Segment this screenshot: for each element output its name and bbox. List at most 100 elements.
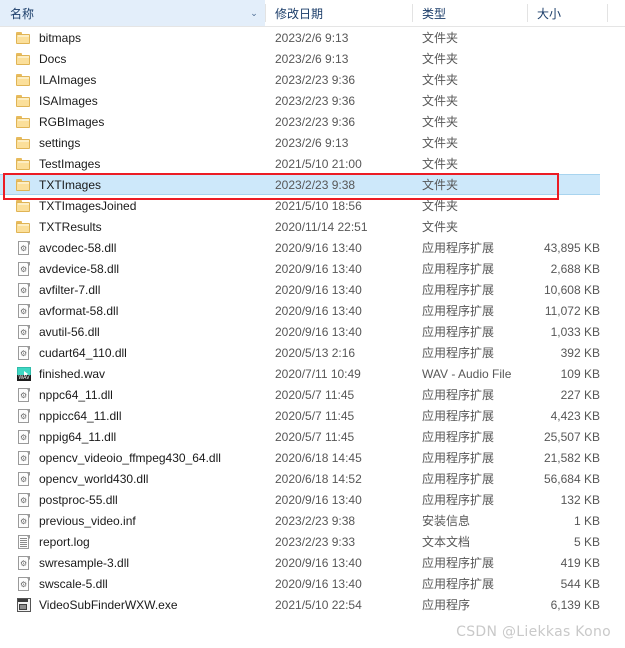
dll-icon: ⚙ (16, 387, 32, 403)
file-size-cell: 109 KB (560, 366, 600, 381)
file-row[interactable]: ⚙ avutil-56.dll 2020/9/16 13:40 应用程序扩展 1,033… (0, 321, 625, 342)
file-row[interactable]: TXTResults 2020/11/14 22:51 文件夹 (0, 216, 625, 237)
file-size-cell: 132 KB (560, 492, 600, 507)
file-size-cell: 56,684 KB (543, 471, 600, 486)
file-name-cell[interactable]: ISAImages (0, 93, 265, 109)
file-row[interactable]: ⚙ nppicc64_11.dll 2020/5/7 11:45 应用程序扩展 4,42… (0, 405, 625, 426)
file-name-cell[interactable]: VideoSubFinderWXW.exe (0, 597, 265, 613)
file-name-label: avfilter-7.dll (39, 282, 101, 297)
file-name-cell[interactable]: ⚙ avformat-58.dll (0, 303, 265, 319)
file-row[interactable]: ⚙ cudart64_110.dll 2020/5/13 2:16 应用程序扩展 392… (0, 342, 625, 363)
file-name-label: TXTResults (39, 219, 102, 234)
file-name-cell[interactable]: TestImages (0, 156, 265, 172)
file-size-cell: 25,507 KB (543, 429, 600, 444)
file-name-label: avformat-58.dll (39, 303, 119, 318)
folder-icon (16, 135, 32, 151)
column-header-type[interactable]: 类型 (412, 0, 527, 26)
file-name-cell[interactable]: settings (0, 135, 265, 151)
file-name-cell[interactable]: ⚙ nppicc64_11.dll (0, 408, 265, 424)
file-row[interactable]: ⚙ previous_video.inf 2023/2/23 9:38 安装信息 1 K… (0, 510, 625, 531)
file-row[interactable]: report.log 2023/2/23 9:33 文本文档 5 KB (0, 531, 625, 552)
file-name-cell[interactable]: ⚙ avcodec-58.dll (0, 240, 265, 256)
file-name-cell[interactable]: Docs (0, 51, 265, 67)
file-name-cell[interactable]: ⚙ opencv_videoio_ffmpeg430_64.dll (0, 450, 265, 466)
file-name-label: ISAImages (39, 93, 98, 108)
file-name-cell[interactable]: ⚙ avutil-56.dll (0, 324, 265, 340)
wav-icon: WAV (16, 366, 32, 382)
file-row[interactable]: ⚙ avfilter-7.dll 2020/9/16 13:40 应用程序扩展 10,6… (0, 279, 625, 300)
file-name-cell[interactable]: ⚙ nppig64_11.dll (0, 429, 265, 445)
file-row[interactable]: ⚙ nppc64_11.dll 2020/5/7 11:45 应用程序扩展 227 KB (0, 384, 625, 405)
file-row[interactable]: ⚙ avformat-58.dll 2020/9/16 13:40 应用程序扩展 11,… (0, 300, 625, 321)
file-name-cell[interactable]: ⚙ opencv_world430.dll (0, 471, 265, 487)
folder-icon (16, 114, 32, 130)
file-row[interactable]: ⚙ avcodec-58.dll 2020/9/16 13:40 应用程序扩展 43,8… (0, 237, 625, 258)
file-name-label: swscale-5.dll (39, 576, 108, 591)
folder-icon (16, 51, 32, 67)
folder-icon (16, 177, 32, 193)
file-row[interactable]: TestImages 2021/5/10 21:00 文件夹 (0, 153, 625, 174)
file-row[interactable]: ⚙ opencv_videoio_ffmpeg430_64.dll 2020/6/1… (0, 447, 625, 468)
file-name-cell[interactable]: ⚙ postproc-55.dll (0, 492, 265, 508)
file-name-label: nppicc64_11.dll (39, 408, 122, 423)
file-row[interactable]: Docs 2023/2/6 9:13 文件夹 (0, 48, 625, 69)
log-icon (16, 534, 32, 550)
file-type-cell: 安装信息 (422, 514, 471, 528)
file-date-cell: 2020/11/14 22:51 (275, 219, 368, 234)
file-row[interactable]: RGBImages 2023/2/23 9:36 文件夹 (0, 111, 625, 132)
file-row[interactable]: settings 2023/2/6 9:13 文件夹 (0, 132, 625, 153)
column-header-size-label: 大小 (537, 6, 562, 21)
file-name-label: Docs (39, 51, 67, 66)
file-row[interactable]: ⚙ swresample-3.dll 2020/9/16 13:40 应用程序扩展 41… (0, 552, 625, 573)
column-header-size[interactable]: 大小 (527, 0, 607, 26)
file-name-cell[interactable]: ⚙ previous_video.inf (0, 513, 265, 529)
file-name-cell[interactable]: TXTResults (0, 219, 265, 235)
inf-icon: ⚙ (16, 513, 32, 529)
dll-icon: ⚙ (16, 282, 32, 298)
column-header-type-label: 类型 (422, 6, 447, 21)
column-header-name[interactable]: 名称 (0, 0, 243, 26)
file-name-cell[interactable]: ⚙ avfilter-7.dll (0, 282, 265, 298)
file-row[interactable]: ⚙ opencv_world430.dll 2020/6/18 14:52 应用程序扩… (0, 468, 625, 489)
file-name-cell[interactable]: ⚙ cudart64_110.dll (0, 345, 265, 361)
file-name-cell[interactable]: TXTImagesJoined (0, 198, 265, 214)
file-type-cell: 文件夹 (422, 52, 459, 66)
file-row[interactable]: ⚙ swscale-5.dll 2020/9/16 13:40 应用程序扩展 544 K… (0, 573, 625, 594)
sort-chevron-down-icon[interactable]: ⌄ (243, 0, 265, 26)
file-row[interactable]: bitmaps 2023/2/6 9:13 文件夹 (0, 27, 625, 48)
file-row[interactable]: TXTImagesJoined 2021/5/10 18:56 文件夹 (0, 195, 625, 216)
file-name-cell[interactable]: bitmaps (0, 30, 265, 46)
file-name-cell[interactable]: ⚙ nppc64_11.dll (0, 387, 265, 403)
file-row[interactable]: ⚙ avdevice-58.dll 2020/9/16 13:40 应用程序扩展 2,6… (0, 258, 625, 279)
file-row[interactable]: ILAImages 2023/2/23 9:36 文件夹 (0, 69, 625, 90)
file-name-cell[interactable]: report.log (0, 534, 265, 550)
file-name-label: opencv_world430.dll (39, 471, 149, 486)
file-row[interactable]: VideoSubFinderWXW.exe 2021/5/10 22:54 应用程序… (0, 594, 625, 615)
file-name-cell[interactable]: RGBImages (0, 114, 265, 130)
file-size-cell: 43,895 KB (543, 240, 600, 255)
file-name-cell[interactable]: ⚙ swresample-3.dll (0, 555, 265, 571)
file-type-cell: 应用程序扩展 (422, 577, 495, 591)
file-row[interactable]: ⚙ nppig64_11.dll 2020/5/7 11:45 应用程序扩展 25,50… (0, 426, 625, 447)
file-list[interactable]: bitmaps 2023/2/6 9:13 文件夹 Docs 2023/2/6 9:13… (0, 27, 625, 615)
file-date-cell: 2023/2/6 9:13 (275, 135, 349, 150)
file-type-cell: 应用程序扩展 (422, 325, 495, 339)
file-name-cell[interactable]: ILAImages (0, 72, 265, 88)
file-row[interactable]: TXTImages 2023/2/23 9:38 文件夹 (0, 174, 600, 195)
file-row[interactable]: ⚙ postproc-55.dll 2020/9/16 13:40 应用程序扩展 132… (0, 489, 625, 510)
file-row[interactable]: ISAImages 2023/2/23 9:36 文件夹 (0, 90, 625, 111)
file-type-cell: 文件夹 (422, 199, 459, 213)
file-date-cell: 2020/6/18 14:45 (275, 450, 362, 465)
file-name-cell[interactable]: ⚙ avdevice-58.dll (0, 261, 265, 277)
column-header-date[interactable]: 修改日期 (265, 0, 412, 26)
file-name-label: RGBImages (39, 114, 105, 129)
file-type-cell: 应用程序扩展 (422, 451, 495, 465)
file-date-cell: 2020/5/7 11:45 (275, 429, 355, 444)
file-name-cell[interactable]: ⚙ swscale-5.dll (0, 576, 265, 592)
file-name-cell[interactable]: TXTImages (0, 177, 265, 193)
file-name-cell[interactable]: WAV finished.wav (0, 366, 265, 382)
file-date-cell: 2021/5/10 22:54 (275, 597, 362, 612)
file-date-cell: 2020/9/16 13:40 (275, 261, 362, 276)
exe-icon (16, 597, 32, 613)
file-row[interactable]: WAV finished.wav 2020/7/11 10:49 WAV - Audi… (0, 363, 625, 384)
